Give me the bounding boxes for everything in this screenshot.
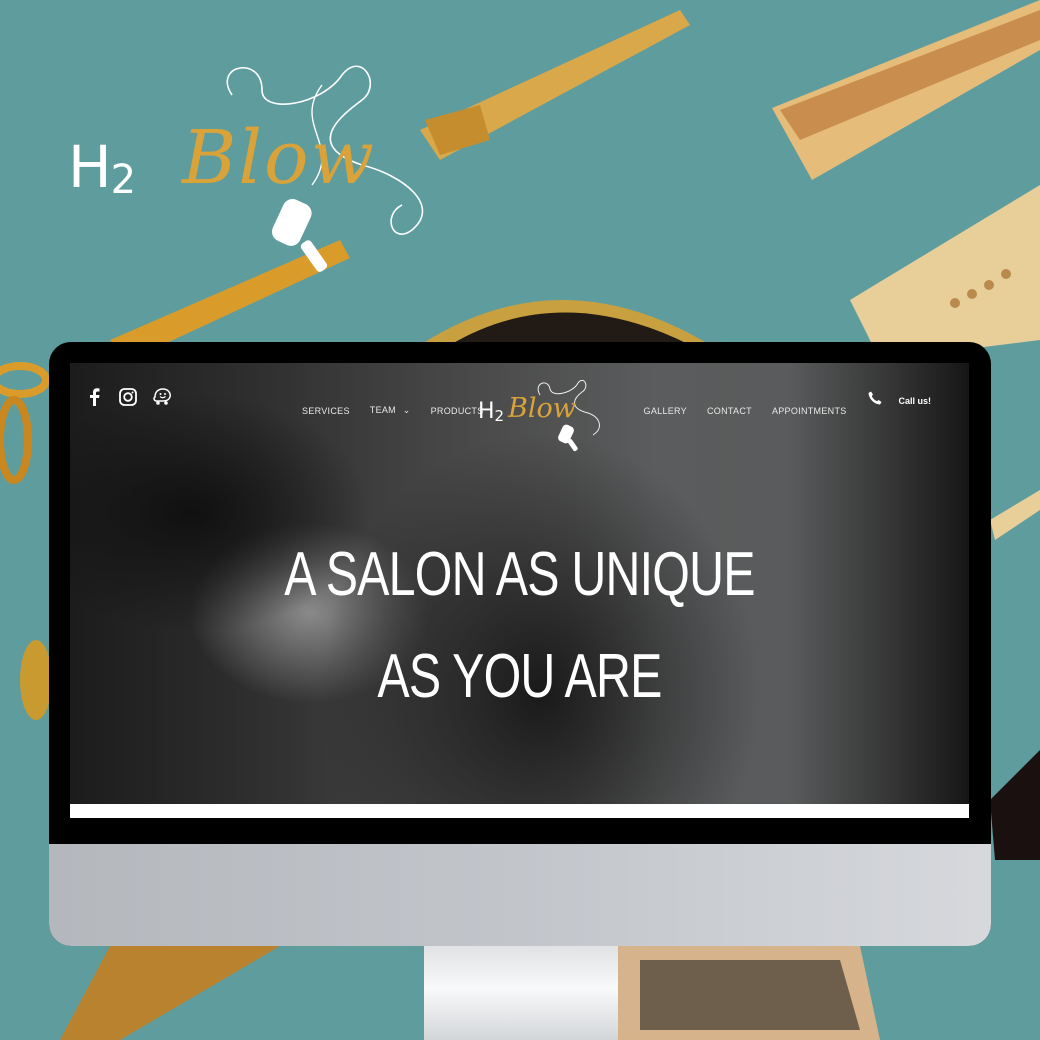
round-brush-top-decoration xyxy=(420,300,710,345)
nav-team-label: TEAM xyxy=(369,405,396,415)
nav-contact[interactable]: CONTACT xyxy=(707,406,752,416)
hair-clip-decoration xyxy=(420,10,690,160)
instagram-icon[interactable] xyxy=(118,387,138,407)
nav-products[interactable]: PRODUCTS xyxy=(431,406,484,416)
nav-gallery[interactable]: GALLERY xyxy=(644,406,687,416)
site-logo-script: Blow xyxy=(508,393,576,424)
nav-services[interactable]: SERVICES xyxy=(302,406,350,416)
brand-logo: H2 Blow xyxy=(62,55,442,285)
website-screen: SERVICES TEAM ⌄ PRODUCTS GALLERY CONTACT… xyxy=(70,363,969,818)
page-content-strip xyxy=(70,804,969,818)
brand-h2: H2 xyxy=(68,133,136,203)
comb-decoration xyxy=(772,0,1040,180)
hero-headline-line1: A SALON AS UNIQUE xyxy=(284,540,755,609)
black-brush-decoration xyxy=(990,750,1040,860)
waze-icon[interactable] xyxy=(152,387,172,407)
site-logo-h2: H2 xyxy=(478,399,505,425)
glitter-brush-decoration xyxy=(20,640,52,720)
monitor-stand xyxy=(424,946,618,1040)
social-links xyxy=(84,387,172,407)
site-logo-link[interactable]: H2 Blow xyxy=(478,373,602,453)
brand-script: Blow xyxy=(182,115,376,201)
nav-appointments[interactable]: APPOINTMENTS xyxy=(772,406,847,416)
monitor-frame: SERVICES TEAM ⌄ PRODUCTS GALLERY CONTACT… xyxy=(49,342,991,946)
wide-comb-decoration xyxy=(60,946,280,1040)
hero-headline-line2: AS YOU ARE xyxy=(377,642,662,711)
call-us-link[interactable]: Call us! xyxy=(868,391,931,410)
chevron-down-icon: ⌄ xyxy=(402,405,411,415)
monitor-chin xyxy=(49,844,991,946)
facebook-icon[interactable] xyxy=(84,387,104,407)
call-us-label: Call us! xyxy=(898,395,931,406)
round-brush-bottom-decoration xyxy=(618,946,880,1040)
phone-icon xyxy=(868,391,882,410)
nav-team[interactable]: TEAM ⌄ xyxy=(370,405,411,416)
